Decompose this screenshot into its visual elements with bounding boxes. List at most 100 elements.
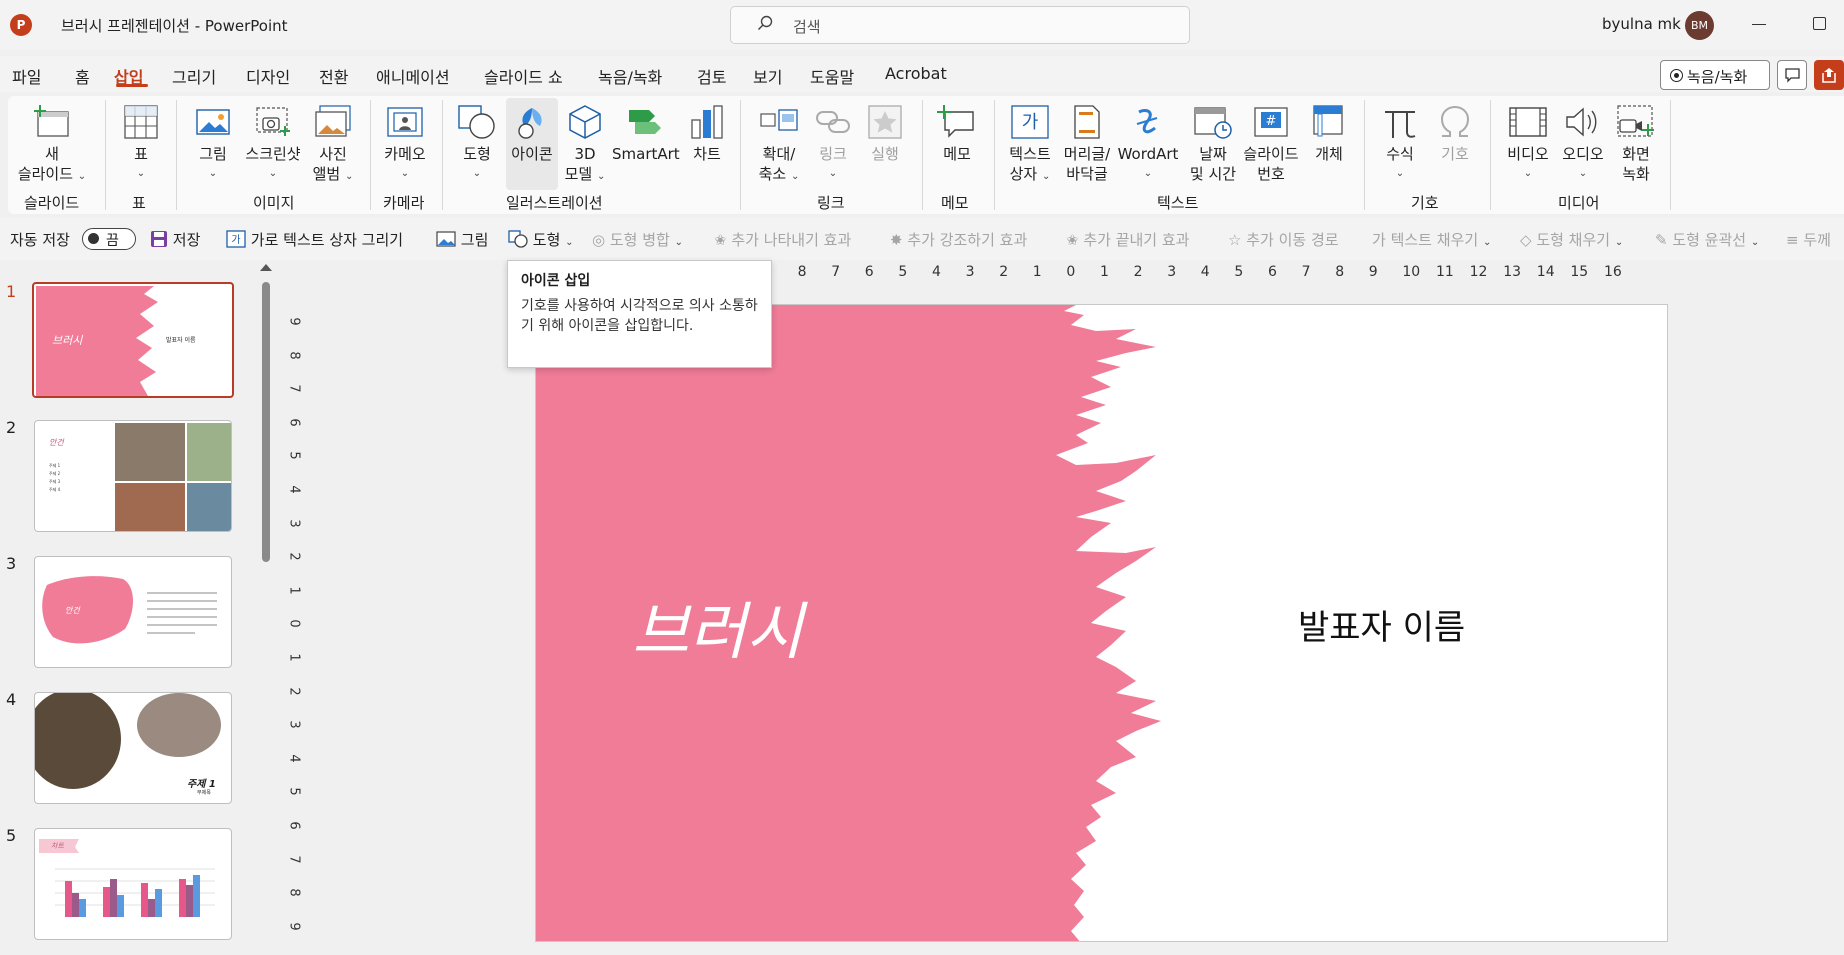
shape-fill-label: 도형 채우기	[1536, 231, 1611, 249]
add-entrance-effect-button[interactable]: ✬ 추가 나타내기 효과	[714, 229, 851, 250]
tab-draw[interactable]: 그리기	[172, 64, 216, 88]
slide-thumbnail-1[interactable]: 브러시 발표자 이름	[32, 282, 234, 398]
tab-recording[interactable]: 녹음/녹화	[598, 64, 662, 88]
wordart-icon	[1136, 108, 1158, 134]
picture-button[interactable]: 그림 ⌄	[192, 104, 234, 184]
tab-slideshow[interactable]: 슬라이드 쇼	[484, 64, 563, 88]
draw-textbox-button[interactable]: 가 가로 텍스트 상자 그리기	[226, 229, 403, 250]
group-label-comments: 메모	[941, 194, 969, 212]
quick-shapes-button[interactable]: 도형 ⌄	[508, 229, 574, 250]
cameo-button[interactable]: 카메오 ⌄	[380, 104, 430, 184]
ruler-tick-label: 14	[1536, 264, 1555, 280]
audio-button[interactable]: 오디오 ⌄	[1558, 104, 1608, 184]
ruler-tick-label: 4	[286, 485, 302, 494]
action-button[interactable]: 실행	[862, 104, 908, 164]
3d-models-button[interactable]: 3D 모델 ⌄	[562, 104, 608, 187]
speaker-icon	[1566, 107, 1597, 137]
slide-subtitle[interactable]: 발표자 이름	[1298, 600, 1465, 649]
tab-view[interactable]: 보기	[753, 64, 782, 88]
scroll-up-icon[interactable]	[260, 264, 272, 271]
screen-recording-button[interactable]: 화면 녹화	[1612, 104, 1660, 184]
icons-label: 아이콘	[511, 145, 553, 163]
slide-thumbnail-2[interactable]: 안건 주제 1 주제 2 주제 3 주제 4	[34, 420, 232, 532]
avatar[interactable]: BM	[1685, 11, 1714, 40]
zoom-button[interactable]: 확대/ 축소 ⌄	[752, 104, 806, 187]
tab-design[interactable]: 디자인	[246, 64, 290, 88]
text-fill-button[interactable]: 가 텍스트 채우기 ⌄	[1372, 229, 1491, 250]
chevron-down-icon: ⌄	[400, 168, 410, 179]
thumbnail-scrollbar[interactable]	[262, 282, 270, 562]
object-button[interactable]: 개체	[1306, 104, 1352, 164]
date-time-button[interactable]: 날짜 및 시간	[1184, 104, 1242, 184]
slide-thumbnail-4[interactable]: 주제 1 부제목	[34, 692, 232, 804]
screenshot-button[interactable]: 스크린샷 ⌄	[240, 104, 306, 184]
restore-icon[interactable]	[1813, 17, 1826, 30]
ruler-tick-label: 3	[286, 720, 302, 729]
add-emphasis-effect-button[interactable]: ✸ 추가 강조하기 효과	[890, 229, 1027, 250]
comment-button[interactable]: 메모	[934, 104, 980, 164]
toggle-knob	[88, 233, 99, 244]
photo-album-button[interactable]: 사진 앨범 ⌄	[308, 104, 358, 187]
slide-canvas[interactable]: 브러시 발표자 이름	[535, 304, 1668, 942]
tab-acrobat[interactable]: Acrobat	[885, 64, 947, 83]
ruler-tick-label: 2	[999, 264, 1009, 280]
ruler-tick-label: 8	[1335, 264, 1345, 280]
ruler-tick-label: 10	[1402, 264, 1421, 280]
quick-picture-label: 그림	[460, 231, 489, 249]
weight-button[interactable]: ≡ 두께	[1786, 229, 1831, 250]
slide-title[interactable]: 브러시	[632, 581, 803, 671]
chart-button[interactable]: 차트	[684, 104, 730, 164]
search-box[interactable]: 검색	[730, 6, 1190, 44]
ruler-tick-label: 5	[286, 787, 302, 797]
autosave-toggle[interactable]: 끔	[82, 228, 136, 250]
tab-home[interactable]: 홈	[75, 64, 90, 88]
link-button[interactable]: 링크 ⌄	[810, 104, 856, 184]
thumb-title: 안건	[65, 606, 80, 615]
tab-transitions[interactable]: 전환	[319, 64, 348, 88]
video-button[interactable]: 비디오 ⌄	[1500, 104, 1556, 184]
screen-recording-label-2: 녹화	[1622, 165, 1650, 183]
slide-thumbnail-3[interactable]: 안건	[34, 556, 232, 668]
slide-thumbnail-5[interactable]: 차트	[34, 828, 232, 940]
user-name[interactable]: byulna mk	[1602, 15, 1681, 33]
equation-button[interactable]: 수식 ⌄	[1376, 104, 1424, 184]
quick-picture-button[interactable]: 그림	[436, 229, 488, 250]
new-slide-label-1: 새	[45, 145, 59, 163]
powerpoint-logo-icon: P	[10, 14, 32, 36]
group-separator	[442, 100, 443, 210]
group-separator	[1490, 100, 1491, 210]
shape-fill-button[interactable]: ◇ 도형 채우기 ⌄	[1520, 229, 1623, 250]
symbol-button[interactable]: 기호	[1432, 104, 1478, 164]
photo-album-label-1: 사진	[319, 145, 347, 163]
tab-animations[interactable]: 애니메이션	[376, 64, 450, 88]
tab-file[interactable]: 파일	[12, 64, 41, 88]
comments-button[interactable]	[1777, 60, 1807, 90]
smartart-button[interactable]: SmartArt	[612, 104, 680, 164]
chevron-down-icon: ⌄	[674, 237, 683, 248]
minimize-icon[interactable]	[1752, 24, 1766, 25]
shape-outline-button[interactable]: ✎ 도형 윤곽선 ⌄	[1655, 229, 1759, 250]
share-button[interactable]	[1814, 60, 1844, 90]
search-placeholder: 검색	[793, 18, 821, 36]
tab-review[interactable]: 검토	[697, 64, 726, 88]
icons-button[interactable]: 아이콘	[506, 98, 558, 190]
shapes-button[interactable]: 도형 ⌄	[452, 104, 502, 184]
record-button[interactable]: 녹음/녹화	[1660, 60, 1770, 90]
group-separator	[1364, 100, 1365, 210]
group-label-tables: 표	[132, 194, 146, 212]
textbox-button[interactable]: 가 텍스트 상자 ⌄	[1004, 104, 1056, 187]
link-icon	[816, 111, 850, 133]
new-slide-button[interactable]: 새 슬라이드 ⌄	[16, 104, 88, 187]
wordart-button[interactable]: WordArt ⌄	[1116, 104, 1180, 184]
table-button[interactable]: 표 ⌄	[116, 104, 166, 184]
add-motion-path-button[interactable]: ☆ 추가 이동 경로	[1228, 229, 1339, 250]
add-exit-effect-button[interactable]: ✬ 추가 끝내기 효과	[1066, 229, 1189, 250]
header-footer-button[interactable]: 머리글/ 바닥글	[1060, 104, 1114, 184]
slide-number: 1	[6, 282, 17, 301]
tab-help[interactable]: 도움말	[810, 64, 854, 88]
merge-shapes-button[interactable]: ◎ 도형 병합 ⌄	[592, 229, 683, 250]
chevron-down-icon: ⌄	[1042, 171, 1051, 182]
slide-number-button[interactable]: # 슬라이드 번호	[1238, 104, 1304, 184]
add-entrance-label: 추가 나타내기 효과	[731, 231, 852, 249]
save-button[interactable]: 저장	[150, 229, 200, 250]
